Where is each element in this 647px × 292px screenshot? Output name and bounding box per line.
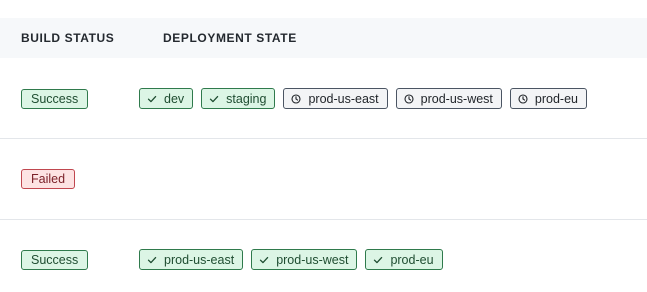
table-row: Success dev staging prod-us-east prod-us… — [0, 58, 647, 139]
check-icon — [210, 95, 219, 102]
deployment-chip-prod-eu: prod-eu — [365, 249, 443, 270]
check-icon — [374, 256, 383, 263]
clock-icon — [291, 93, 302, 104]
deployment-chip-label: prod-us-west — [276, 252, 349, 267]
deployment-chip-dev: dev — [139, 88, 194, 109]
deployment-chip-prod-eu: prod-eu — [509, 88, 587, 109]
clock-icon — [518, 93, 528, 104]
deployment-chip-prod-us-east: prod-us-east — [139, 249, 244, 270]
table-row: Success prod-us-east prod-us-west prod-e… — [0, 220, 647, 292]
deployment-chip-label: prod-us-east — [308, 91, 379, 106]
deployments-table: BUILD STATUS DEPLOYMENT STATE Success de… — [0, 0, 647, 292]
check-icon — [147, 95, 157, 102]
deployment-chip-label: prod-us-east — [164, 252, 235, 267]
deployment-chip-label: prod-eu — [390, 252, 434, 267]
column-header-deployment-state: DEPLOYMENT STATE — [163, 31, 297, 45]
deployment-chip-prod-us-east: prod-us-east — [283, 88, 388, 109]
deployment-chips: dev staging prod-us-east prod-us-west pr… — [139, 88, 587, 109]
build-status-badge: Failed — [21, 169, 76, 189]
deployment-chip-label: staging — [226, 91, 267, 106]
deployment-chip-label: dev — [164, 91, 185, 106]
column-header-build-status: BUILD STATUS — [21, 31, 115, 45]
table-header: BUILD STATUS DEPLOYMENT STATE — [0, 18, 647, 58]
check-icon — [147, 256, 157, 263]
build-status-badge: Success — [21, 89, 89, 109]
check-icon — [260, 256, 269, 263]
deployment-chip-label: prod-us-west — [420, 91, 493, 106]
deployment-chip-prod-us-west: prod-us-west — [251, 249, 358, 270]
deployment-chip-prod-us-west: prod-us-west — [395, 88, 502, 109]
table-row: Failed — [0, 139, 647, 220]
deployment-chips: prod-us-east prod-us-west prod-eu — [139, 249, 443, 270]
build-status-badge: Success — [21, 250, 89, 270]
deployment-chip-staging: staging — [201, 88, 276, 109]
clock-icon — [404, 93, 414, 104]
deployment-chip-label: prod-eu — [534, 91, 578, 106]
